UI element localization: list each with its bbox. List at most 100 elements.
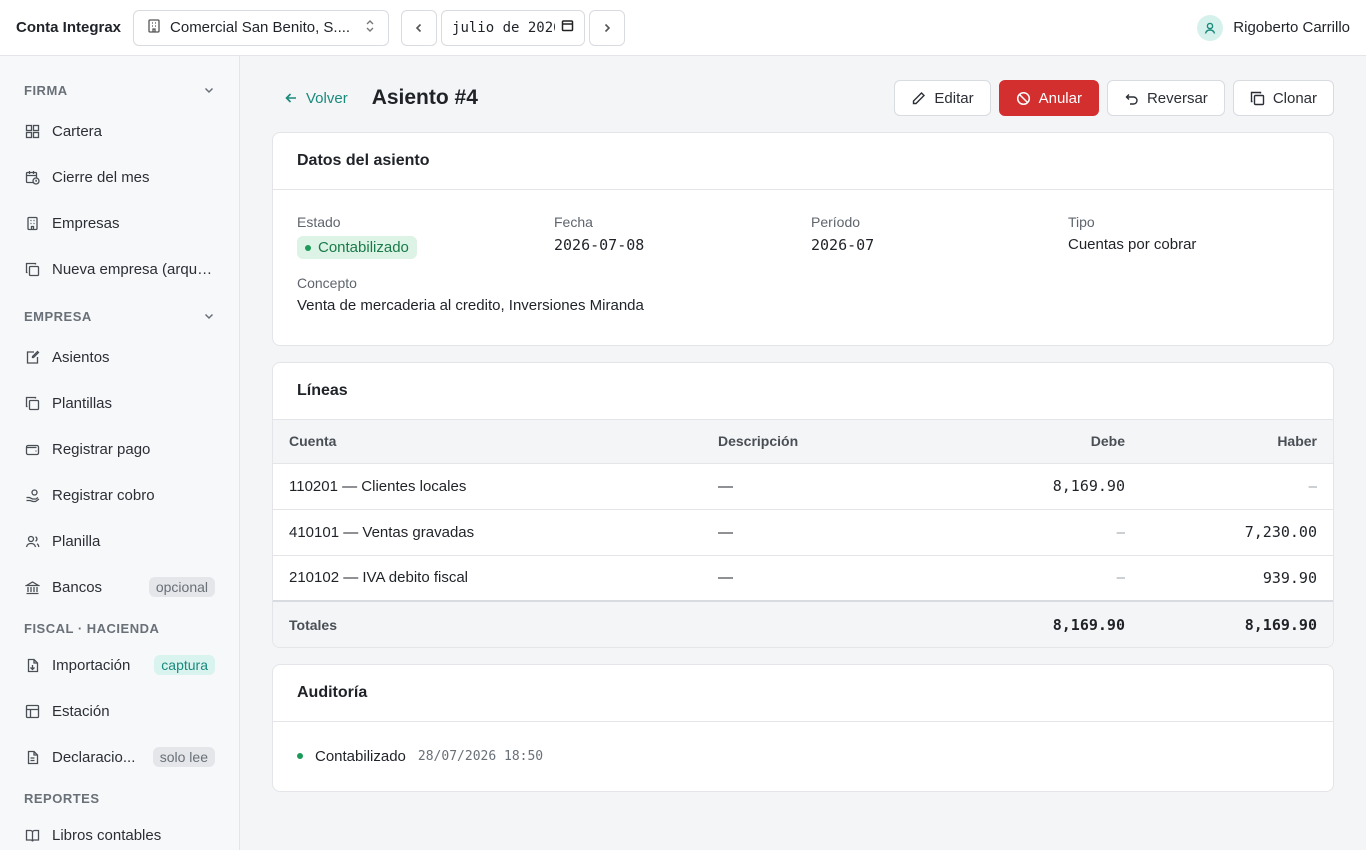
sidebar-item-label: Registrar cobro (52, 486, 155, 504)
month-input-value: julio de 2026 (452, 19, 556, 36)
description-cell: — (702, 463, 952, 510)
sidebar-item-planilla[interactable]: Planilla (0, 518, 239, 564)
back-link[interactable]: Volver (284, 90, 348, 107)
book-icon (24, 827, 40, 843)
sidebar-item-label: Bancos (52, 578, 103, 596)
debit-cell: 8,169.90 (952, 463, 1141, 510)
sidebar-item-label: Registrar pago (52, 440, 151, 458)
user-icon (1205, 22, 1216, 34)
file-import-icon (24, 657, 40, 673)
edit-button[interactable]: Editar (894, 80, 991, 116)
card-title: Líneas (273, 363, 1333, 420)
clone-button[interactable]: Clonar (1232, 80, 1334, 116)
status-dot (305, 244, 311, 251)
sidebar-item-nueva-empresa[interactable]: Nueva empresa (arque... (0, 246, 239, 292)
wallet-icon (24, 441, 40, 457)
void-button[interactable]: Anular (998, 80, 1099, 116)
calendar-icon[interactable] (561, 19, 574, 36)
sidebar-item-importacion[interactable]: Importación captura (0, 642, 239, 688)
sidebar-item-cartera[interactable]: Cartera (0, 108, 239, 154)
company-select[interactable]: Comercial San Benito, S.... (133, 9, 390, 46)
audit-entry: Contabilizado 28/07/2026 18:50 (273, 722, 1333, 790)
table-header-row: Cuenta Descripción Debe Haber (273, 420, 1333, 464)
sidebar-item-label: Nueva empresa (arque... (52, 260, 215, 278)
account-cell: 210102 — IVA debito fiscal (273, 555, 702, 602)
status-value: Contabilizado (318, 239, 409, 256)
sidebar-item-estacion[interactable]: Estación (0, 688, 239, 734)
sidebar-item-label: Asientos (52, 348, 110, 366)
month-input[interactable]: julio de 2026 (441, 9, 586, 46)
arrow-left-icon (285, 93, 296, 103)
app-brand[interactable]: Conta Integrax (16, 19, 121, 36)
prev-period-button[interactable] (401, 9, 438, 46)
status-badge: Contabilizado (297, 236, 417, 259)
calendar-clock-icon (24, 169, 40, 185)
sidebar-item-bancos[interactable]: Bancos opcional (0, 564, 239, 610)
sidebar-section-title: FIRMA (24, 82, 68, 98)
read-only-badge: solo lee (152, 747, 215, 767)
sidebar-section-title: EMPRESA (24, 308, 92, 324)
description-cell: — (702, 555, 952, 602)
sidebar-item-label: Estación (52, 702, 110, 720)
users-icon (24, 533, 40, 549)
table-row: 410101 — Ventas gravadas — – 7,230.00 (273, 509, 1333, 556)
account-cell: 110201 — Clientes locales (273, 463, 702, 510)
total-debit: 8,169.90 (952, 600, 1141, 647)
sidebar-item-cierre-del-mes[interactable]: Cierre del mes (0, 154, 239, 200)
pencil-icon (913, 91, 926, 104)
sidebar-item-label: Planilla (52, 532, 101, 550)
date-value: 2026-07-08 (554, 236, 645, 254)
audit-event: Contabilizado (315, 747, 406, 765)
audit-dot (297, 753, 303, 759)
avatar (1197, 14, 1224, 41)
sidebar-item-plantillas[interactable]: Plantillas (0, 380, 239, 426)
card-title: Datos del asiento (273, 133, 1333, 190)
page-header: Volver Asiento #4 Editar Anular Reversar… (284, 80, 1334, 116)
void-button-label: Anular (1038, 89, 1082, 107)
sidebar-item-label: Cartera (52, 122, 103, 140)
field-label: Fecha (554, 214, 593, 230)
column-header: Descripción (702, 420, 952, 464)
copy-icon (1250, 91, 1265, 105)
sidebar-item-libros-contables[interactable]: Libros contables (0, 812, 239, 850)
bank-icon (24, 579, 40, 595)
card-title: Auditoría (273, 665, 1333, 722)
sidebar-item-asientos[interactable]: Asientos (0, 334, 239, 380)
credit-cell: 939.90 (1141, 555, 1333, 602)
debit-cell: – (952, 555, 1141, 602)
sidebar-section-title: REPORTES (24, 790, 100, 806)
concept-value: Venta de mercaderia al credito, Inversio… (297, 297, 644, 314)
sidebar-item-label: Empresas (52, 214, 120, 232)
chevron-right-icon (604, 23, 611, 32)
sidebar-section-firma[interactable]: FIRMA (0, 78, 239, 102)
sidebar-item-label: Importación (52, 656, 131, 674)
table-row: 210102 — IVA debito fiscal — – 939.90 (273, 555, 1333, 602)
sidebar-section-reportes: REPORTES (0, 786, 239, 810)
building-icon (146, 18, 162, 38)
credit-cell: 7,230.00 (1141, 509, 1333, 556)
page-title: Asiento #4 (371, 86, 478, 109)
audit-card: Auditoría Contabilizado 28/07/2026 18:50 (272, 664, 1334, 792)
sidebar-item-empresas[interactable]: Empresas (0, 200, 239, 246)
sidebar-item-label: Declaracio... (52, 748, 136, 766)
grid-icon (24, 123, 40, 139)
field-label: Período (811, 214, 861, 230)
type-value: Cuentas por cobrar (1068, 236, 1197, 253)
totals-label: Totales (273, 600, 702, 647)
description-cell: — (702, 509, 952, 556)
sidebar-section-empresa[interactable]: EMPRESA (0, 304, 239, 328)
copy-icon (24, 261, 40, 277)
sidebar-item-registrar-pago[interactable]: Registrar pago (0, 426, 239, 472)
column-header: Haber (1141, 420, 1333, 464)
field-label: Tipo (1068, 214, 1095, 230)
next-period-button[interactable] (589, 9, 626, 46)
user-menu[interactable]: Rigoberto Carrillo (1197, 14, 1350, 41)
sidebar-item-declaraciones[interactable]: Declaracio... solo lee (0, 734, 239, 780)
reverse-button[interactable]: Reversar (1106, 80, 1225, 116)
building-icon (24, 215, 40, 231)
user-name: Rigoberto Carrillo (1233, 19, 1350, 36)
sidebar-item-registrar-cobro[interactable]: Registrar cobro (0, 472, 239, 518)
column-header: Debe (952, 420, 1141, 464)
chevron-down-icon (204, 87, 214, 94)
chevron-down-icon (204, 313, 214, 320)
